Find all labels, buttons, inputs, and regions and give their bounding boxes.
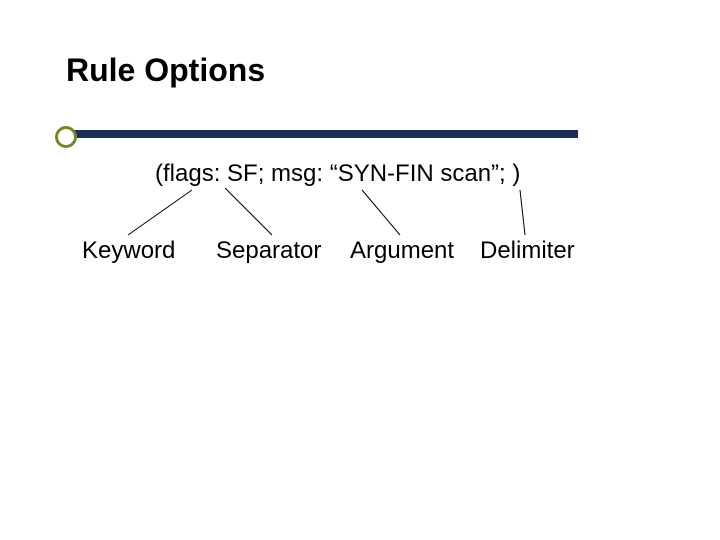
label-keyword: Keyword <box>82 237 175 265</box>
slide: Rule Options (flags: SF; msg: “SYN-FIN s… <box>0 0 720 540</box>
bullet-icon <box>55 126 77 148</box>
label-argument: Argument <box>350 237 454 265</box>
title-underline <box>70 130 578 138</box>
slide-title: Rule Options <box>66 52 265 89</box>
label-delimiter: Delimiter <box>480 237 575 265</box>
rule-example-text: (flags: SF; msg: “SYN-FIN scan”; ) <box>155 160 520 188</box>
label-separator: Separator <box>216 237 321 265</box>
